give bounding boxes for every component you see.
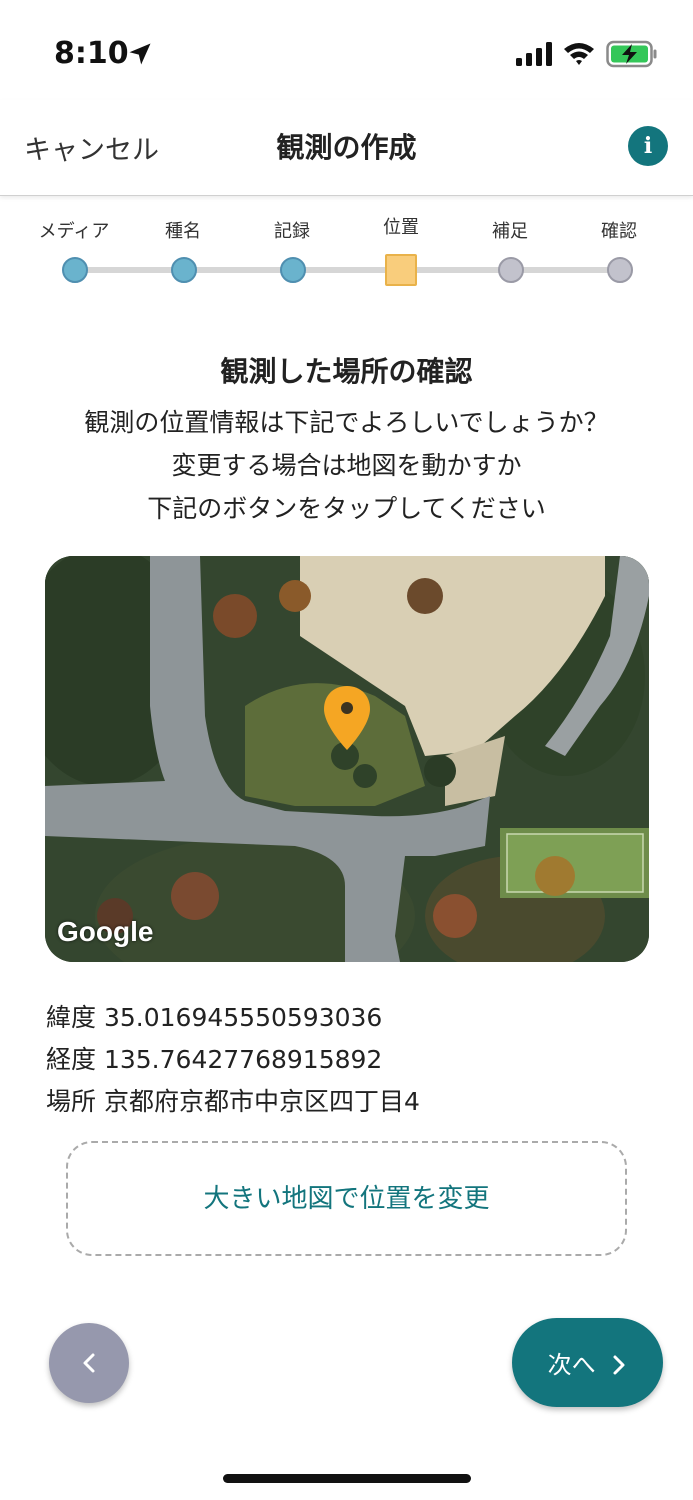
chevron-right-icon	[613, 1355, 625, 1375]
step-record[interactable]: 記録	[237, 220, 347, 283]
place-row: 場所 京都府京都市中京区四丁目4	[46, 1082, 420, 1118]
step-label: 位置	[383, 217, 419, 238]
location-map[interactable]: Google	[45, 556, 649, 962]
step-label: 種名	[165, 221, 201, 242]
next-button[interactable]: 次へ	[512, 1318, 663, 1407]
description-line: 下記のボタンをタップしてください	[147, 494, 546, 523]
description-line: 観測の位置情報は下記でよろしいでしょうか？	[84, 408, 609, 437]
step-label: 確認	[601, 221, 637, 242]
nav-header: キャンセル 観測の作成 i	[0, 100, 693, 196]
wifi-icon	[564, 43, 594, 65]
satellite-imagery	[45, 556, 649, 962]
info-icon[interactable]: i	[628, 126, 668, 166]
description-line: 変更する場合は地図を動かすか	[171, 451, 522, 480]
step-supplement[interactable]: 補足	[455, 220, 565, 283]
cellular-signal-icon	[516, 42, 552, 66]
location-arrow-icon	[129, 43, 151, 65]
step-confirm[interactable]: 確認	[564, 220, 674, 283]
cancel-button[interactable]: キャンセル	[24, 128, 159, 167]
map-attribution: Google	[57, 916, 154, 947]
step-dot	[280, 257, 306, 283]
stepper-track	[74, 267, 620, 273]
status-bar: 8:10	[0, 0, 693, 100]
step-label: 補足	[492, 221, 528, 242]
latitude-value: 35.016945550593036	[103, 1003, 383, 1032]
chevron-left-icon	[83, 1353, 95, 1373]
status-time: 8:10	[54, 36, 129, 71]
step-dot	[607, 257, 633, 283]
longitude-value: 135.76427768915892	[103, 1045, 383, 1074]
place-label: 場所	[46, 1087, 97, 1116]
step-dot	[62, 257, 88, 283]
place-value: 京都府京都市中京区四丁目4	[103, 1087, 420, 1116]
step-media[interactable]: メディア	[19, 220, 129, 283]
step-label: 記録	[274, 221, 310, 242]
step-location[interactable]: 位置	[346, 217, 456, 286]
step-dot	[498, 257, 524, 283]
step-dot	[171, 257, 197, 283]
step-label: メディア	[38, 221, 110, 242]
change-location-button[interactable]: 大きい地図で位置を変更	[66, 1141, 627, 1256]
latitude-row: 緯度 35.016945550593036	[46, 998, 382, 1034]
next-button-label: 次へ	[547, 1351, 596, 1379]
map-pin-icon	[324, 686, 370, 750]
battery-charging-icon	[606, 40, 657, 68]
step-species[interactable]: 種名	[128, 220, 238, 283]
home-indicator	[223, 1474, 471, 1483]
back-button[interactable]	[49, 1323, 129, 1403]
latitude-label: 緯度	[46, 1003, 97, 1032]
longitude-row: 経度 135.76427768915892	[46, 1040, 382, 1076]
progress-stepper: メディア 種名 記録 位置 補足 確認	[0, 217, 693, 300]
section-heading: 観測した場所の確認	[220, 355, 473, 388]
step-dot-current	[385, 254, 417, 286]
longitude-label: 経度	[46, 1045, 97, 1074]
